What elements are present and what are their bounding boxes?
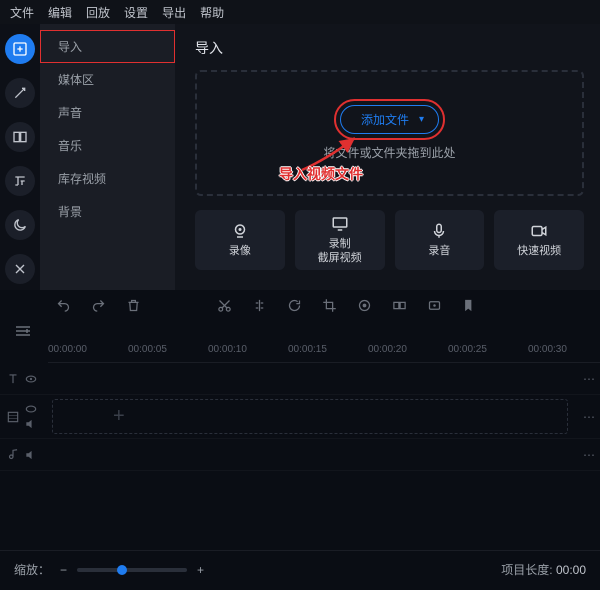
left-rail [0,24,40,290]
crop-button[interactable] [322,298,337,313]
webcam-icon [231,222,249,240]
side-menu: 导入 媒体区 声音 音乐 库存视频 背景 [40,24,175,290]
capture-camera[interactable]: 录像 [195,210,285,270]
proj-len-value: 00:00 [556,563,586,577]
timeline-toolbar [0,290,600,320]
sidebar-item-background[interactable]: 背景 [40,195,175,228]
audio-track[interactable]: ⋯ [0,439,600,471]
transitions-tool[interactable] [5,122,35,152]
proj-len-label: 项目长度: [501,563,552,577]
redo-button[interactable] [91,298,106,313]
undo-button[interactable] [56,298,71,313]
capture-audio-label: 录音 [428,245,450,258]
add-track-button[interactable] [14,324,32,338]
video-track[interactable]: + ⋯ [0,395,600,439]
ruler-tick: 00:00:15 [288,344,327,355]
moon-icon [12,217,28,233]
menu-help[interactable]: 帮助 [200,4,224,21]
zoom-label: 缩放： [14,561,50,578]
color-button[interactable] [357,298,372,313]
dropzone[interactable]: 添加文件 ▾ 将文件或文件夹拖到此处 导入视频文件 [195,70,584,196]
capture-row: 录像 录制 截屏视频 录音 快速视频 [195,210,584,270]
transition-button[interactable] [392,298,407,313]
add-file-button[interactable]: 添加文件 ▾ [340,105,439,134]
capture-screen-label: 录制 截屏视频 [318,238,362,264]
drop-hint: 将文件或文件夹拖到此处 [323,144,455,161]
sidebar-item-media[interactable]: 媒体区 [40,63,175,96]
record-vo-button[interactable] [427,298,442,313]
menu-edit[interactable]: 编辑 [48,4,72,21]
sidebar-item-stock[interactable]: 库存视频 [40,162,175,195]
capture-fast-label: 快速视频 [517,245,561,258]
wand-icon [12,85,28,101]
ruler-tick: 00:00:05 [128,344,167,355]
track-options[interactable]: ⋯ [578,410,600,424]
import-panel: 导入 添加文件 ▾ 将文件或文件夹拖到此处 导入视频文件 录像 录制 截屏视频 [175,24,600,290]
stickers-tool[interactable] [5,210,35,240]
speaker-icon[interactable] [24,448,38,462]
plus-icon [12,41,28,57]
zoom-in-button[interactable]: + [197,563,204,577]
time-ruler[interactable]: 00:00:00 00:00:05 00:00:10 00:00:15 00:0… [48,337,600,363]
panel-title: 导入 [195,38,584,58]
menubar: 文件 编辑 回放 设置 导出 帮助 [0,0,600,24]
ruler-tick: 00:00:20 [368,344,407,355]
ruler-tick: 00:00:30 [528,344,567,355]
workarea: 导入 媒体区 声音 音乐 库存视频 背景 导入 添加文件 ▾ 将文件或文件夹拖到… [0,24,600,290]
audio-track-head [0,448,44,462]
video-icon [530,222,548,240]
text-icon [12,173,28,189]
eye-icon[interactable] [24,372,38,386]
capture-fast[interactable]: 快速视频 [494,210,584,270]
chevron-down-icon: ▾ [419,114,424,125]
capture-camera-label: 录像 [229,245,251,258]
project-length: 项目长度: 00:00 [501,561,586,578]
ruler-tick: 00:00:25 [448,344,487,355]
menu-file[interactable]: 文件 [10,4,34,21]
menu-export[interactable]: 导出 [162,4,186,21]
music-icon [6,448,20,462]
bottombar: 缩放： − + 项目长度: 00:00 [0,550,600,588]
menu-settings[interactable]: 设置 [124,4,148,21]
annotation-text: 导入视频文件 [279,164,363,184]
delete-button[interactable] [126,298,141,313]
tracks: ⋯ + ⋯ ⋯ [0,363,600,471]
speaker-icon[interactable] [24,417,38,431]
ruler-tick: 00:00:10 [208,344,247,355]
tools-icon [12,261,28,277]
video-track-head [0,402,44,431]
cut-button[interactable] [217,298,232,313]
track-options[interactable]: ⋯ [578,372,600,386]
marker-button[interactable] [462,298,477,313]
more-tools[interactable] [5,254,35,284]
title-track-head [0,372,44,386]
sidebar-item-music[interactable]: 音乐 [40,129,175,162]
mic-icon [430,222,448,240]
import-tool[interactable] [5,34,35,64]
sidebar-item-sound[interactable]: 声音 [40,96,175,129]
sidebar-item-import[interactable]: 导入 [40,30,175,63]
title-track[interactable]: ⋯ [0,363,600,395]
rotate-button[interactable] [287,298,302,313]
split-button[interactable] [252,298,267,313]
capture-audio[interactable]: 录音 [395,210,485,270]
video-track-dropzone[interactable]: + [52,399,568,434]
transition-icon [12,129,28,145]
capture-screen[interactable]: 录制 截屏视频 [295,210,385,270]
menu-playback[interactable]: 回放 [86,4,110,21]
timeline-area: 00:00:00 00:00:05 00:00:10 00:00:15 00:0… [0,320,600,550]
screen-icon [331,215,349,233]
add-file-label: 添加文件 [361,111,409,128]
eye-icon[interactable] [24,402,38,416]
ruler-tick: 00:00:00 [48,344,87,355]
filters-tool[interactable] [5,78,35,108]
zoom-slider[interactable] [77,568,187,572]
track-options[interactable]: ⋯ [578,448,600,462]
titles-tool[interactable] [5,166,35,196]
text-icon [6,372,20,386]
zoom-control: 缩放： − + [14,561,204,578]
film-icon [6,410,20,424]
zoom-out-button[interactable]: − [60,563,67,577]
